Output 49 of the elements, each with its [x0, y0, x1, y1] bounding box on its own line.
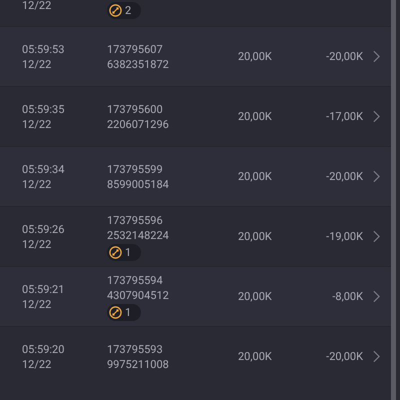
id-text: 6382351872: [107, 56, 170, 72]
amount-text: 20,00K: [238, 169, 273, 184]
time-text: 05:59:35: [22, 102, 66, 116]
chevron-right-icon[interactable]: [373, 50, 380, 63]
id-text: 173795600: [107, 102, 164, 116]
chevron-right-icon[interactable]: [373, 110, 380, 123]
result-text: -20,00K: [325, 49, 363, 64]
time-text: 05:59:21: [22, 282, 66, 296]
chevron-right-icon[interactable]: [373, 230, 380, 243]
amount-text: 20,00K: [238, 229, 273, 244]
id-text: 9975211008: [107, 356, 170, 372]
chevron-right-icon[interactable]: [373, 170, 380, 183]
amount-text: 20,00K: [238, 349, 273, 364]
id-text: 2532148224: [107, 228, 170, 242]
result-text: -17,00K: [325, 109, 363, 124]
amount-text: 20,00K: [238, 109, 273, 124]
amount-text: 20,00K: [238, 289, 273, 304]
time-text: 05:59:53: [22, 42, 66, 56]
date-text: 12/22: [22, 356, 52, 372]
time-text: 05:59:26: [22, 222, 66, 236]
id-text: 173795594: [107, 272, 164, 288]
date-text: 12/22: [22, 176, 52, 192]
id-text: 173795596: [107, 212, 164, 228]
link-icon: [109, 4, 122, 17]
chevron-right-icon[interactable]: [373, 290, 380, 303]
id-text: 8599005184: [107, 176, 170, 192]
count-badge: 1: [107, 304, 142, 320]
date-text: 12/22: [22, 116, 52, 132]
id-text: 173795607: [107, 42, 164, 56]
result-text: -20,00K: [325, 169, 363, 184]
date-text: 12/22: [22, 236, 52, 252]
count-badge: 2: [107, 2, 142, 19]
date-text: 12/22: [22, 296, 52, 312]
id-text: 173795593: [107, 342, 164, 356]
amount-text: 20,00K: [238, 49, 273, 64]
result-text: -19,00K: [325, 229, 363, 244]
id-text: 2206071296: [107, 116, 170, 132]
date-text: 12/22: [22, 0, 52, 13]
result-text: -20,00K: [325, 349, 363, 364]
count-badge: 1: [107, 244, 142, 260]
chevron-right-icon[interactable]: [373, 350, 380, 363]
date-text: 12/22: [22, 56, 52, 72]
time-text: 05:59:20: [22, 342, 66, 356]
link-icon: [109, 306, 122, 318]
result-text: -8,00K: [331, 289, 363, 304]
id-text: 173795599: [107, 162, 164, 176]
time-text: 05:59:34: [22, 162, 66, 176]
id-text: 4307904512: [107, 288, 170, 302]
link-icon: [109, 246, 122, 258]
